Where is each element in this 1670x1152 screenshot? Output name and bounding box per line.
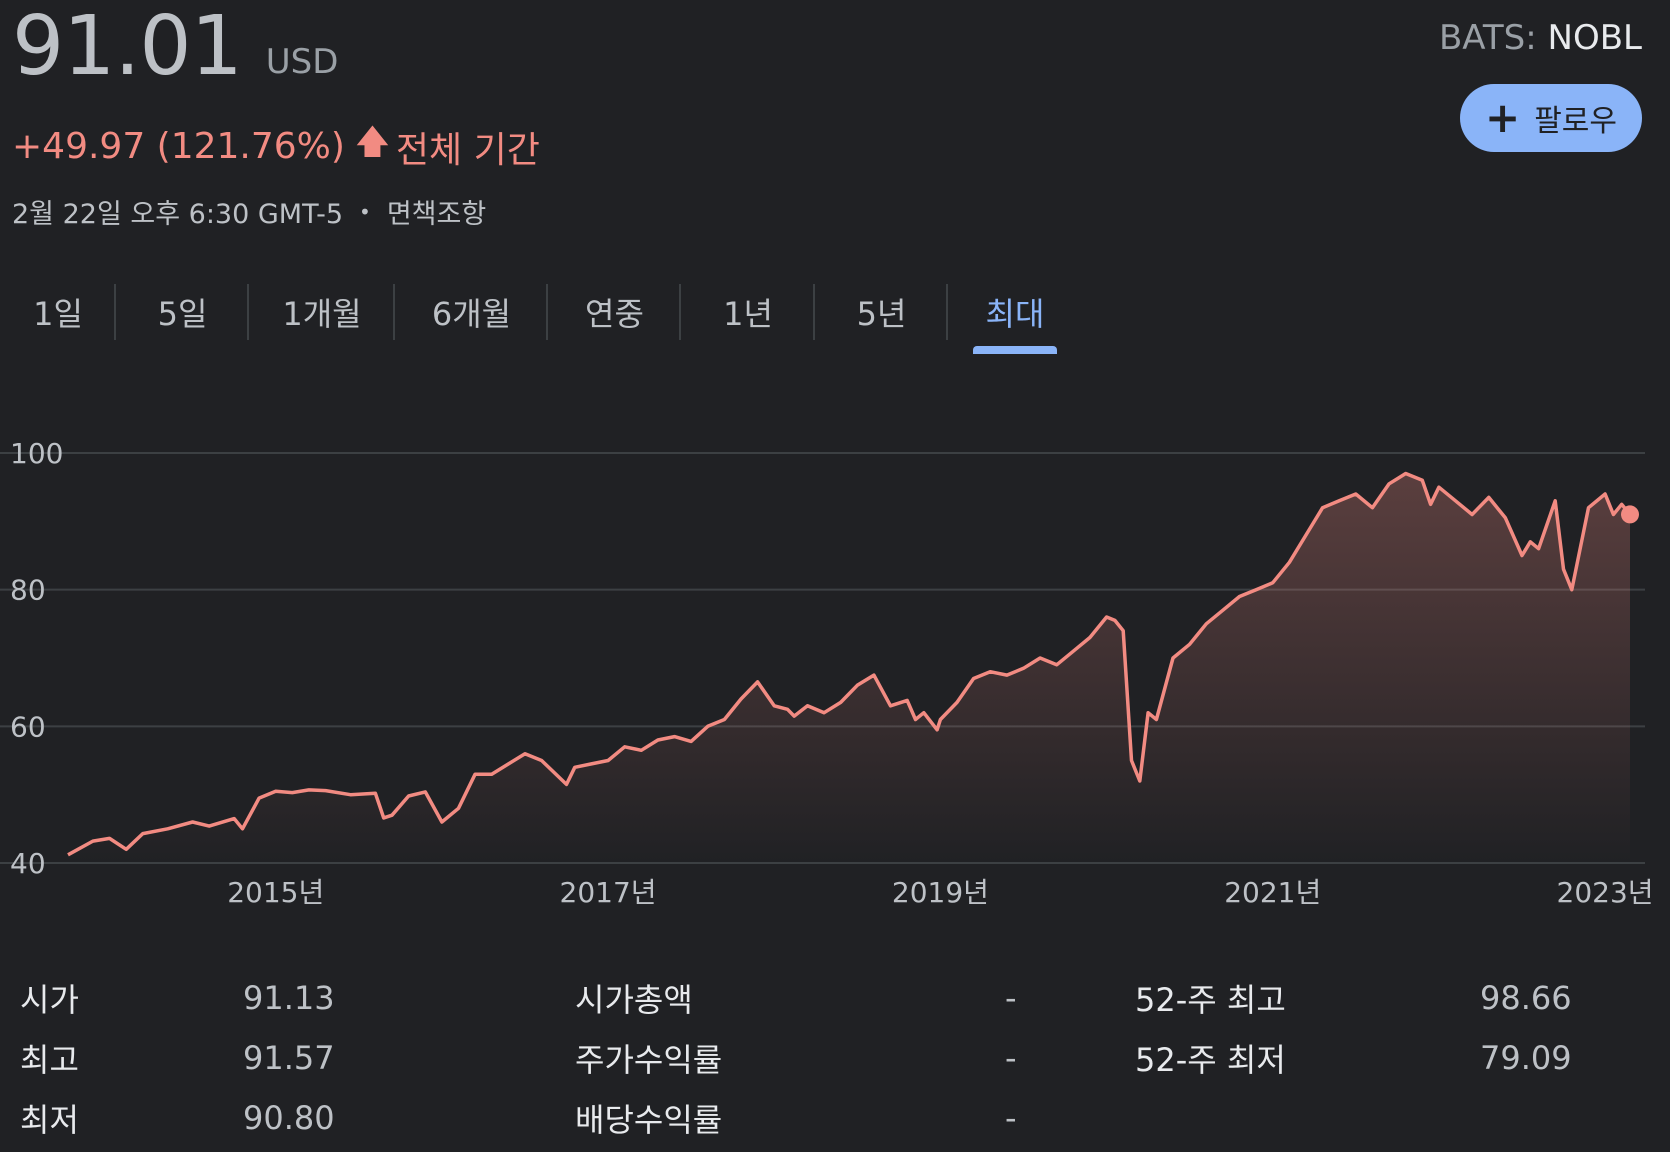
current-price: 91.01 — [12, 0, 243, 94]
tab-ytd[interactable]: 연중 — [548, 284, 681, 340]
stat-label-low: 최저 — [20, 1101, 79, 1139]
y-tick-label: 80 — [10, 574, 46, 607]
x-tick-label: 2021년 — [1224, 876, 1321, 909]
tab-label: 1일 — [33, 295, 83, 333]
tab-5y[interactable]: 5년 — [815, 284, 948, 340]
price-header: 91.01 USD — [12, 4, 338, 90]
stat-label-52w-low: 52-주 최저 — [1135, 1041, 1286, 1079]
disclaimer-link[interactable]: 면책조항 — [387, 192, 486, 231]
stat-label-market-cap: 시가총액 — [575, 981, 693, 1019]
stat-label-pe-ratio: 주가수익률 — [575, 1041, 723, 1079]
follow-label: 팔로우 — [1534, 104, 1617, 139]
stats-table: 시가 91.13 시가총액 - 52-주 최고 98.66 최고 91.57 주… — [0, 968, 1670, 1148]
stat-label-high: 최고 — [20, 1041, 79, 1079]
tab-label: 연중 — [585, 295, 644, 333]
plus-icon: + — [1484, 93, 1521, 142]
range-tabs: 1일 5일 1개월 6개월 연중 1년 5년 최대 — [0, 284, 1082, 354]
stat-label-52w-high: 52-주 최고 — [1135, 981, 1286, 1019]
stats-row: 최고 91.57 주가수익률 - 52-주 최저 79.09 — [0, 1028, 1670, 1088]
ticker-label: BATS: NOBL — [1439, 18, 1642, 58]
price-change: +49.97 (121.76%) 🡅 전체 기간 — [12, 118, 540, 175]
tab-max[interactable]: 최대 — [948, 284, 1082, 354]
stat-value-low: 90.80 — [243, 1099, 335, 1137]
tab-1y[interactable]: 1년 — [681, 284, 815, 340]
change-value: +49.97 (121.76%) — [12, 126, 345, 167]
y-tick-label: 60 — [10, 710, 46, 743]
tab-label: 5일 — [157, 295, 208, 333]
stat-value-52w-low: 79.09 — [1480, 1039, 1572, 1077]
stat-value-open: 91.13 — [243, 979, 335, 1017]
tab-1m[interactable]: 1개월 — [249, 284, 395, 340]
tab-label: 5년 — [856, 295, 907, 333]
series-area — [68, 473, 1630, 863]
quote-timestamp: 2월 22일 오후 6:30 GMT-5 — [12, 199, 344, 230]
tab-5d[interactable]: 5일 — [116, 284, 249, 340]
stat-value-dividend-yield: - — [1005, 1099, 1017, 1137]
stat-value-52w-high: 98.66 — [1480, 979, 1572, 1017]
quote-meta: 2월 22일 오후 6:30 GMT-5 • 면책조항 — [12, 192, 486, 231]
y-tick-label: 40 — [10, 847, 46, 880]
last-point-marker — [1621, 505, 1639, 524]
stat-value-high: 91.57 — [243, 1039, 335, 1077]
arrow-up-icon: 🡅 — [354, 122, 390, 162]
ticker-symbol: NOBL — [1547, 18, 1642, 58]
y-tick-label: 100 — [10, 437, 63, 470]
x-tick-label: 2017년 — [560, 876, 657, 909]
tab-label: 1년 — [723, 295, 773, 333]
stat-label-dividend-yield: 배당수익률 — [575, 1101, 723, 1139]
separator-dot: • — [359, 199, 371, 224]
change-period: 전체 기간 — [395, 129, 540, 171]
exchange-name: BATS: — [1438, 18, 1537, 58]
x-tick-label: 2019년 — [892, 876, 989, 909]
stat-label-open: 시가 — [20, 981, 79, 1019]
tab-label: 6개월 — [431, 295, 512, 333]
x-tick-label: 2015년 — [227, 876, 324, 909]
follow-button[interactable]: + 팔로우 — [1460, 84, 1642, 152]
currency-label: USD — [265, 42, 339, 82]
stat-value-market-cap: - — [1005, 979, 1017, 1017]
stat-value-pe-ratio: - — [1005, 1039, 1017, 1077]
stats-row: 최저 90.80 배당수익률 - — [0, 1088, 1670, 1148]
price-chart[interactable]: 40 60 80 100 2015년 2017년 2019년 2021년 2023년 — [0, 420, 1670, 920]
tab-label: 최대 — [985, 295, 1045, 333]
x-tick-label: 2023년 — [1557, 876, 1654, 909]
tab-6m[interactable]: 6개월 — [395, 284, 548, 340]
tab-label: 1개월 — [282, 295, 362, 333]
active-tab-indicator — [973, 346, 1057, 354]
stats-row: 시가 91.13 시가총액 - 52-주 최고 98.66 — [0, 968, 1670, 1028]
tab-1d[interactable]: 1일 — [0, 284, 116, 340]
